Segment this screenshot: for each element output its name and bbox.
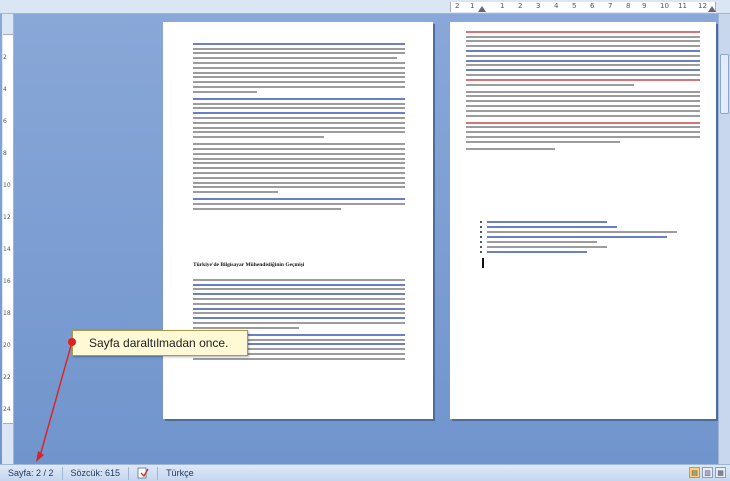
list-item <box>480 246 680 248</box>
document-page-1[interactable]: Türkiye'de Bilgisayar Mühendisliğinin Ge… <box>163 22 433 419</box>
ruler-label: 2 <box>518 2 523 10</box>
indent-marker[interactable] <box>478 6 486 12</box>
ruler-label: 12 <box>698 2 707 10</box>
ruler-label: 8 <box>626 2 631 10</box>
ruler-active-area <box>450 2 716 12</box>
web-layout-view-icon[interactable]: ▦ <box>715 467 726 478</box>
ruler-label: 10 <box>3 182 11 189</box>
scrollbar-thumb[interactable] <box>720 54 729 114</box>
status-bar: Sayfa: 2 / 2 Sözcük: 615 Türkçe ▤ ▥ ▦ <box>0 464 730 481</box>
ruler-label: 3 <box>536 2 541 10</box>
ruler-label: 14 <box>3 246 11 253</box>
list-item <box>480 226 680 228</box>
ruler-label: 11 <box>678 2 687 10</box>
word-window: 2 1 1 2 3 4 5 6 7 8 9 10 11 12 2 4 6 8 1… <box>0 0 730 481</box>
ruler-label: 24 <box>3 406 11 413</box>
ruler-label: 2 <box>455 2 460 10</box>
paragraph <box>193 42 405 93</box>
callout-dot-icon <box>68 338 76 346</box>
list-item <box>480 221 680 223</box>
paragraph <box>193 278 405 329</box>
document-page-2[interactable] <box>450 22 716 419</box>
paragraph <box>466 121 700 143</box>
ruler-label: 18 <box>3 310 11 317</box>
view-buttons: ▤ ▥ ▦ <box>689 467 726 478</box>
paragraph <box>193 143 405 194</box>
ruler-label: 8 <box>3 150 7 157</box>
paragraph <box>193 198 405 210</box>
paragraph <box>193 97 405 139</box>
paragraph <box>466 90 700 117</box>
page1-body-text[interactable] <box>193 40 405 270</box>
text-cursor <box>482 258 484 268</box>
spellcheck-status[interactable] <box>129 466 159 480</box>
vertical-scrollbar[interactable] <box>718 14 730 464</box>
ruler-label: 9 <box>642 2 647 10</box>
list-item <box>480 251 680 253</box>
ruler-label: 7 <box>608 2 613 10</box>
horizontal-ruler[interactable]: 2 1 1 2 3 4 5 6 7 8 9 10 11 12 <box>0 0 730 14</box>
ruler-label: 20 <box>3 342 11 349</box>
ruler-label: 22 <box>3 374 11 381</box>
vertical-ruler[interactable]: 2 4 6 8 10 12 14 16 18 20 22 24 <box>2 14 14 464</box>
bullet-list[interactable] <box>480 218 680 256</box>
ruler-label: 12 <box>3 214 11 221</box>
paragraph <box>466 30 700 86</box>
ruler-label: 6 <box>590 2 595 10</box>
list-item <box>480 236 680 238</box>
language-indicator[interactable]: Türkçe <box>158 467 202 480</box>
language-label: Türkçe <box>166 468 194 478</box>
annotation-callout: Sayfa daraltılmadan once. <box>72 330 248 356</box>
full-screen-view-icon[interactable]: ▥ <box>702 467 713 478</box>
ruler-label: 1 <box>500 2 505 10</box>
spellcheck-icon <box>137 467 149 479</box>
ruler-label: 6 <box>3 118 7 125</box>
page-indicator[interactable]: Sayfa: 2 / 2 <box>0 466 63 480</box>
list-item <box>480 241 680 243</box>
print-layout-view-icon[interactable]: ▤ <box>689 467 700 478</box>
right-indent-marker[interactable] <box>708 6 716 12</box>
section-heading: Türkiye'de Bilgisayar Mühendisliğinin Ge… <box>193 262 305 268</box>
callout-text: Sayfa daraltılmadan once. <box>89 336 229 350</box>
page2-body-text[interactable] <box>466 28 700 228</box>
ruler-label: 10 <box>660 2 669 10</box>
ruler-label: 5 <box>572 2 577 10</box>
ruler-label: 4 <box>3 86 7 93</box>
word-count-label: Sözcük: 615 <box>70 468 121 478</box>
page-indicator-label: Sayfa: 2 / 2 <box>8 468 54 478</box>
ruler-label: 16 <box>3 278 11 285</box>
ruler-label: 1 <box>470 2 475 10</box>
word-count[interactable]: Sözcük: 615 <box>63 466 130 480</box>
ruler-label: 4 <box>554 2 559 10</box>
ruler-label: 2 <box>3 54 7 61</box>
paragraph <box>466 147 700 150</box>
list-item <box>480 231 680 233</box>
